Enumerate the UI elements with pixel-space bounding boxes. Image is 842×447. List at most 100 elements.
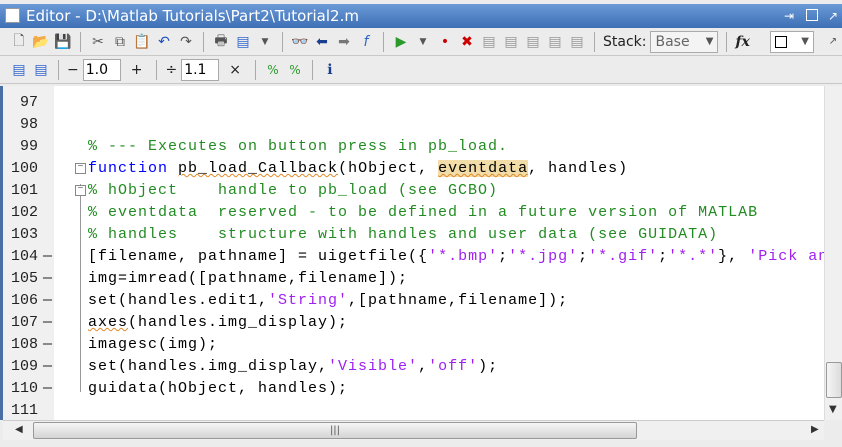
code-line[interactable]: 100 − function pb_load_Callback(hObject, e… [3,158,824,180]
code-text[interactable]: function pb_load_Callback(hObject, event… [88,158,628,180]
code-text[interactable]: [filename, pathname] = uigetfile({'*.bmp… [88,246,824,268]
insert-cell-divider-icon[interactable]: % [264,61,282,79]
function-browser-icon[interactable]: f [357,33,375,51]
code-token: set(handles.edit1, [88,292,269,309]
back-icon[interactable]: ⬅ [313,33,331,51]
code-line[interactable]: 97 [3,92,824,114]
step-in-icon[interactable]: ▤ [502,33,520,51]
code-text[interactable]: % hObject handle to pb_load (see GCBO) [88,180,498,202]
vertical-scroll-thumb[interactable] [826,362,842,398]
horizontal-scrollbar[interactable]: ◀ ||| ▶ [3,420,824,440]
run-dropdown-icon[interactable]: ▼ [414,33,432,51]
fx-button[interactable]: fx [735,34,749,50]
run-icon[interactable]: ▶ [392,33,410,51]
code-line[interactable]: 102 % eventdata reserved - to be defined … [3,202,824,224]
code-token: set(handles.img_display, [88,358,329,375]
code-text[interactable]: % handles structure with handles and use… [88,224,718,246]
code-text[interactable]: guidata(hObject, handles); [88,378,348,400]
maximize-icon[interactable] [806,9,818,21]
line-number: 98 [19,116,38,133]
stack-select[interactable]: Base [650,30,719,53]
layout-select[interactable] [770,30,814,53]
eval-cell-icon[interactable]: ▤ [32,61,50,79]
dropdown-arrow-icon[interactable]: ▼ [256,33,274,51]
decrement-button[interactable]: − [67,62,79,78]
breakpoint-marker[interactable]: — [43,246,53,268]
line-number: 108 [10,336,38,353]
code-text[interactable]: imagesc(img); [88,334,218,356]
code-text[interactable]: img=imread([pathname,filename]); [88,268,408,290]
cell-menu-icon[interactable]: % [286,61,304,79]
line-number: 103 [10,226,38,243]
code-line[interactable]: 111 [3,400,824,420]
multiply-button[interactable]: × [229,62,241,78]
breakpoint-marker[interactable]: — [43,290,53,312]
info-icon[interactable]: ℹ [321,61,339,79]
title-bar: Editor - D:\Matlab Tutorials\Part2\Tutor… [0,4,842,28]
code-token: guidata(hObject, handles); [88,380,349,397]
expand-icon[interactable]: ↗ [824,33,842,51]
code-text[interactable]: set(handles.edit1,'String',[pathname,fil… [88,290,568,312]
code-text[interactable]: axes(handles.img_display); [88,312,348,334]
divide-button[interactable]: ÷ [165,62,177,78]
code-line[interactable]: 98 [3,114,824,136]
new-file-icon[interactable]: 🗋 [10,33,28,51]
breakpoint-marker[interactable]: — [43,378,53,400]
vertical-scrollbar[interactable]: ▼ [824,86,842,420]
code-token: 'off' [428,358,479,375]
code-token: ; [578,248,589,265]
breakpoint-marker[interactable]: — [43,312,53,334]
undo-icon[interactable]: ↶ [155,33,173,51]
code-line[interactable]: 106 — set(handles.edit1,'String',[pathname… [3,290,824,312]
code-line[interactable]: 104— [filename, pathname] = uigetfile({'*… [3,246,824,268]
cut-icon[interactable]: ✂ [89,33,107,51]
fold-toggle-icon[interactable]: − [75,185,86,196]
publish-icon[interactable]: ▤ [234,33,252,51]
code-text[interactable]: % --- Executes on button press in pb_loa… [88,136,508,158]
breakpoint-marker[interactable]: — [43,268,53,290]
dock-icon[interactable]: ⇥ [784,4,794,28]
horizontal-scroll-thumb[interactable]: ||| [33,422,637,439]
code-line[interactable]: 110 — guidata(hObject, handles); [3,378,824,400]
clear-breakpoints-icon[interactable]: ✖ [458,33,476,51]
find-icon[interactable]: 👓 [291,33,309,51]
code-text[interactable]: set(handles.img_display,'Visible','off')… [88,356,498,378]
copy-icon[interactable]: ⧉ [111,33,129,51]
code-line[interactable]: 108 — imagesc(img); [3,334,824,356]
redo-icon[interactable]: ↷ [177,33,195,51]
insert-cell-icon[interactable]: ▤ [10,61,28,79]
paste-icon[interactable]: 📋 [133,33,151,51]
code-text[interactable]: % eventdata reserved - to be defined in … [88,202,758,224]
print-icon[interactable]: 🖶 [212,33,230,51]
fold-toggle-icon[interactable]: − [75,163,86,174]
code-editor[interactable]: 97 98 99 % --- Executes on button press in … [0,86,824,420]
open-folder-icon[interactable]: 📂 [32,33,50,51]
scroll-left-arrow[interactable]: ◀ [15,424,23,435]
increment-value-field[interactable]: 1.0 [82,58,121,81]
code-token: '*.*' [668,248,719,265]
code-line[interactable]: 99 % --- Executes on button press in pb_l… [3,136,824,158]
undock-icon[interactable]: ↗ [828,4,838,28]
breakpoint-marker[interactable]: — [43,334,53,356]
increment-button[interactable]: + [131,62,143,78]
scroll-right-arrow[interactable]: ▶ [811,424,819,435]
continue-icon[interactable]: ▤ [546,33,564,51]
scroll-down-arrow[interactable]: ▼ [829,404,837,415]
line-number: 101 [10,182,38,199]
set-breakpoint-icon[interactable]: • [436,33,454,51]
code-token: img=imread([pathname,filename]); [88,270,409,287]
forward-icon[interactable]: ➡ [335,33,353,51]
code-line[interactable]: 103 % handles structure with handles and … [3,224,824,246]
breakpoint-marker[interactable]: — [43,356,53,378]
code-line[interactable]: 109 — set(handles.img_display,'Visible','o… [3,356,824,378]
line-number: 99 [19,138,38,155]
step-out-icon[interactable]: ▤ [524,33,542,51]
save-icon[interactable]: 💾 [54,33,72,51]
scale-value-field[interactable]: 1.1 [181,58,220,81]
exit-debug-icon[interactable]: ▤ [568,33,586,51]
step-icon[interactable]: ▤ [480,33,498,51]
code-line[interactable]: 107 — axes(handles.img_display); [3,312,824,334]
code-token: 'Visible' [328,358,419,375]
code-line[interactable]: 101 −% hObject handle to pb_load (see GCB… [3,180,824,202]
code-line[interactable]: 105 — img=imread([pathname,filename]); [3,268,824,290]
